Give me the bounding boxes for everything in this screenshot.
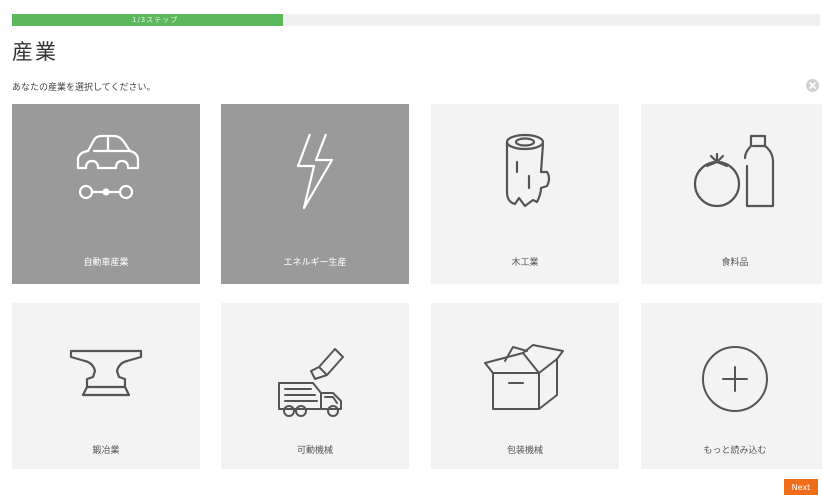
log-icon: [495, 132, 555, 216]
tomato-bottle-icon: [693, 132, 777, 216]
tile-label: 自動車産業: [83, 258, 129, 268]
page-subtitle: あなたの産業を選択してください。: [12, 83, 156, 93]
tile-packaging[interactable]: 包装機械: [431, 303, 619, 469]
tile-load-more[interactable]: もっと読み込む: [641, 303, 822, 469]
progress-label: 1/3ステップ: [132, 16, 179, 24]
lightning-icon: [290, 132, 340, 216]
next-button[interactable]: Next: [784, 479, 818, 495]
car-chassis-icon: [70, 132, 142, 214]
garbage-truck-icon: [275, 343, 355, 427]
tile-label: 鍛冶業: [92, 446, 120, 456]
industry-grid: 自動車産業 エネルギー生産 木工業 食料品 鍛冶業 可動機械 包装機械 もっと読…: [12, 104, 822, 469]
box-icon: [483, 343, 567, 419]
tile-automotive[interactable]: 自動車産業: [12, 104, 200, 284]
tile-woodworking[interactable]: 木工業: [431, 104, 619, 284]
tile-label: エネルギー生産: [283, 258, 347, 268]
tile-energy[interactable]: エネルギー生産: [221, 104, 409, 284]
plus-circle-icon: [699, 343, 771, 419]
progress-bar: 1/3ステップ: [12, 14, 820, 26]
progress-fill: 1/3ステップ: [12, 14, 283, 26]
page-title: 産業: [12, 40, 58, 64]
tile-food[interactable]: 食料品: [641, 104, 822, 284]
tile-mobile-machinery[interactable]: 可動機械: [221, 303, 409, 469]
tile-smithing[interactable]: 鍛冶業: [12, 303, 200, 469]
anvil-icon: [67, 343, 145, 403]
tile-label: もっと読み込む: [703, 446, 767, 456]
tile-label: 木工業: [511, 258, 539, 268]
tile-label: 包装機械: [506, 446, 543, 456]
close-icon[interactable]: [806, 79, 819, 92]
tile-label: 食料品: [721, 258, 749, 268]
tile-label: 可動機械: [296, 446, 333, 456]
